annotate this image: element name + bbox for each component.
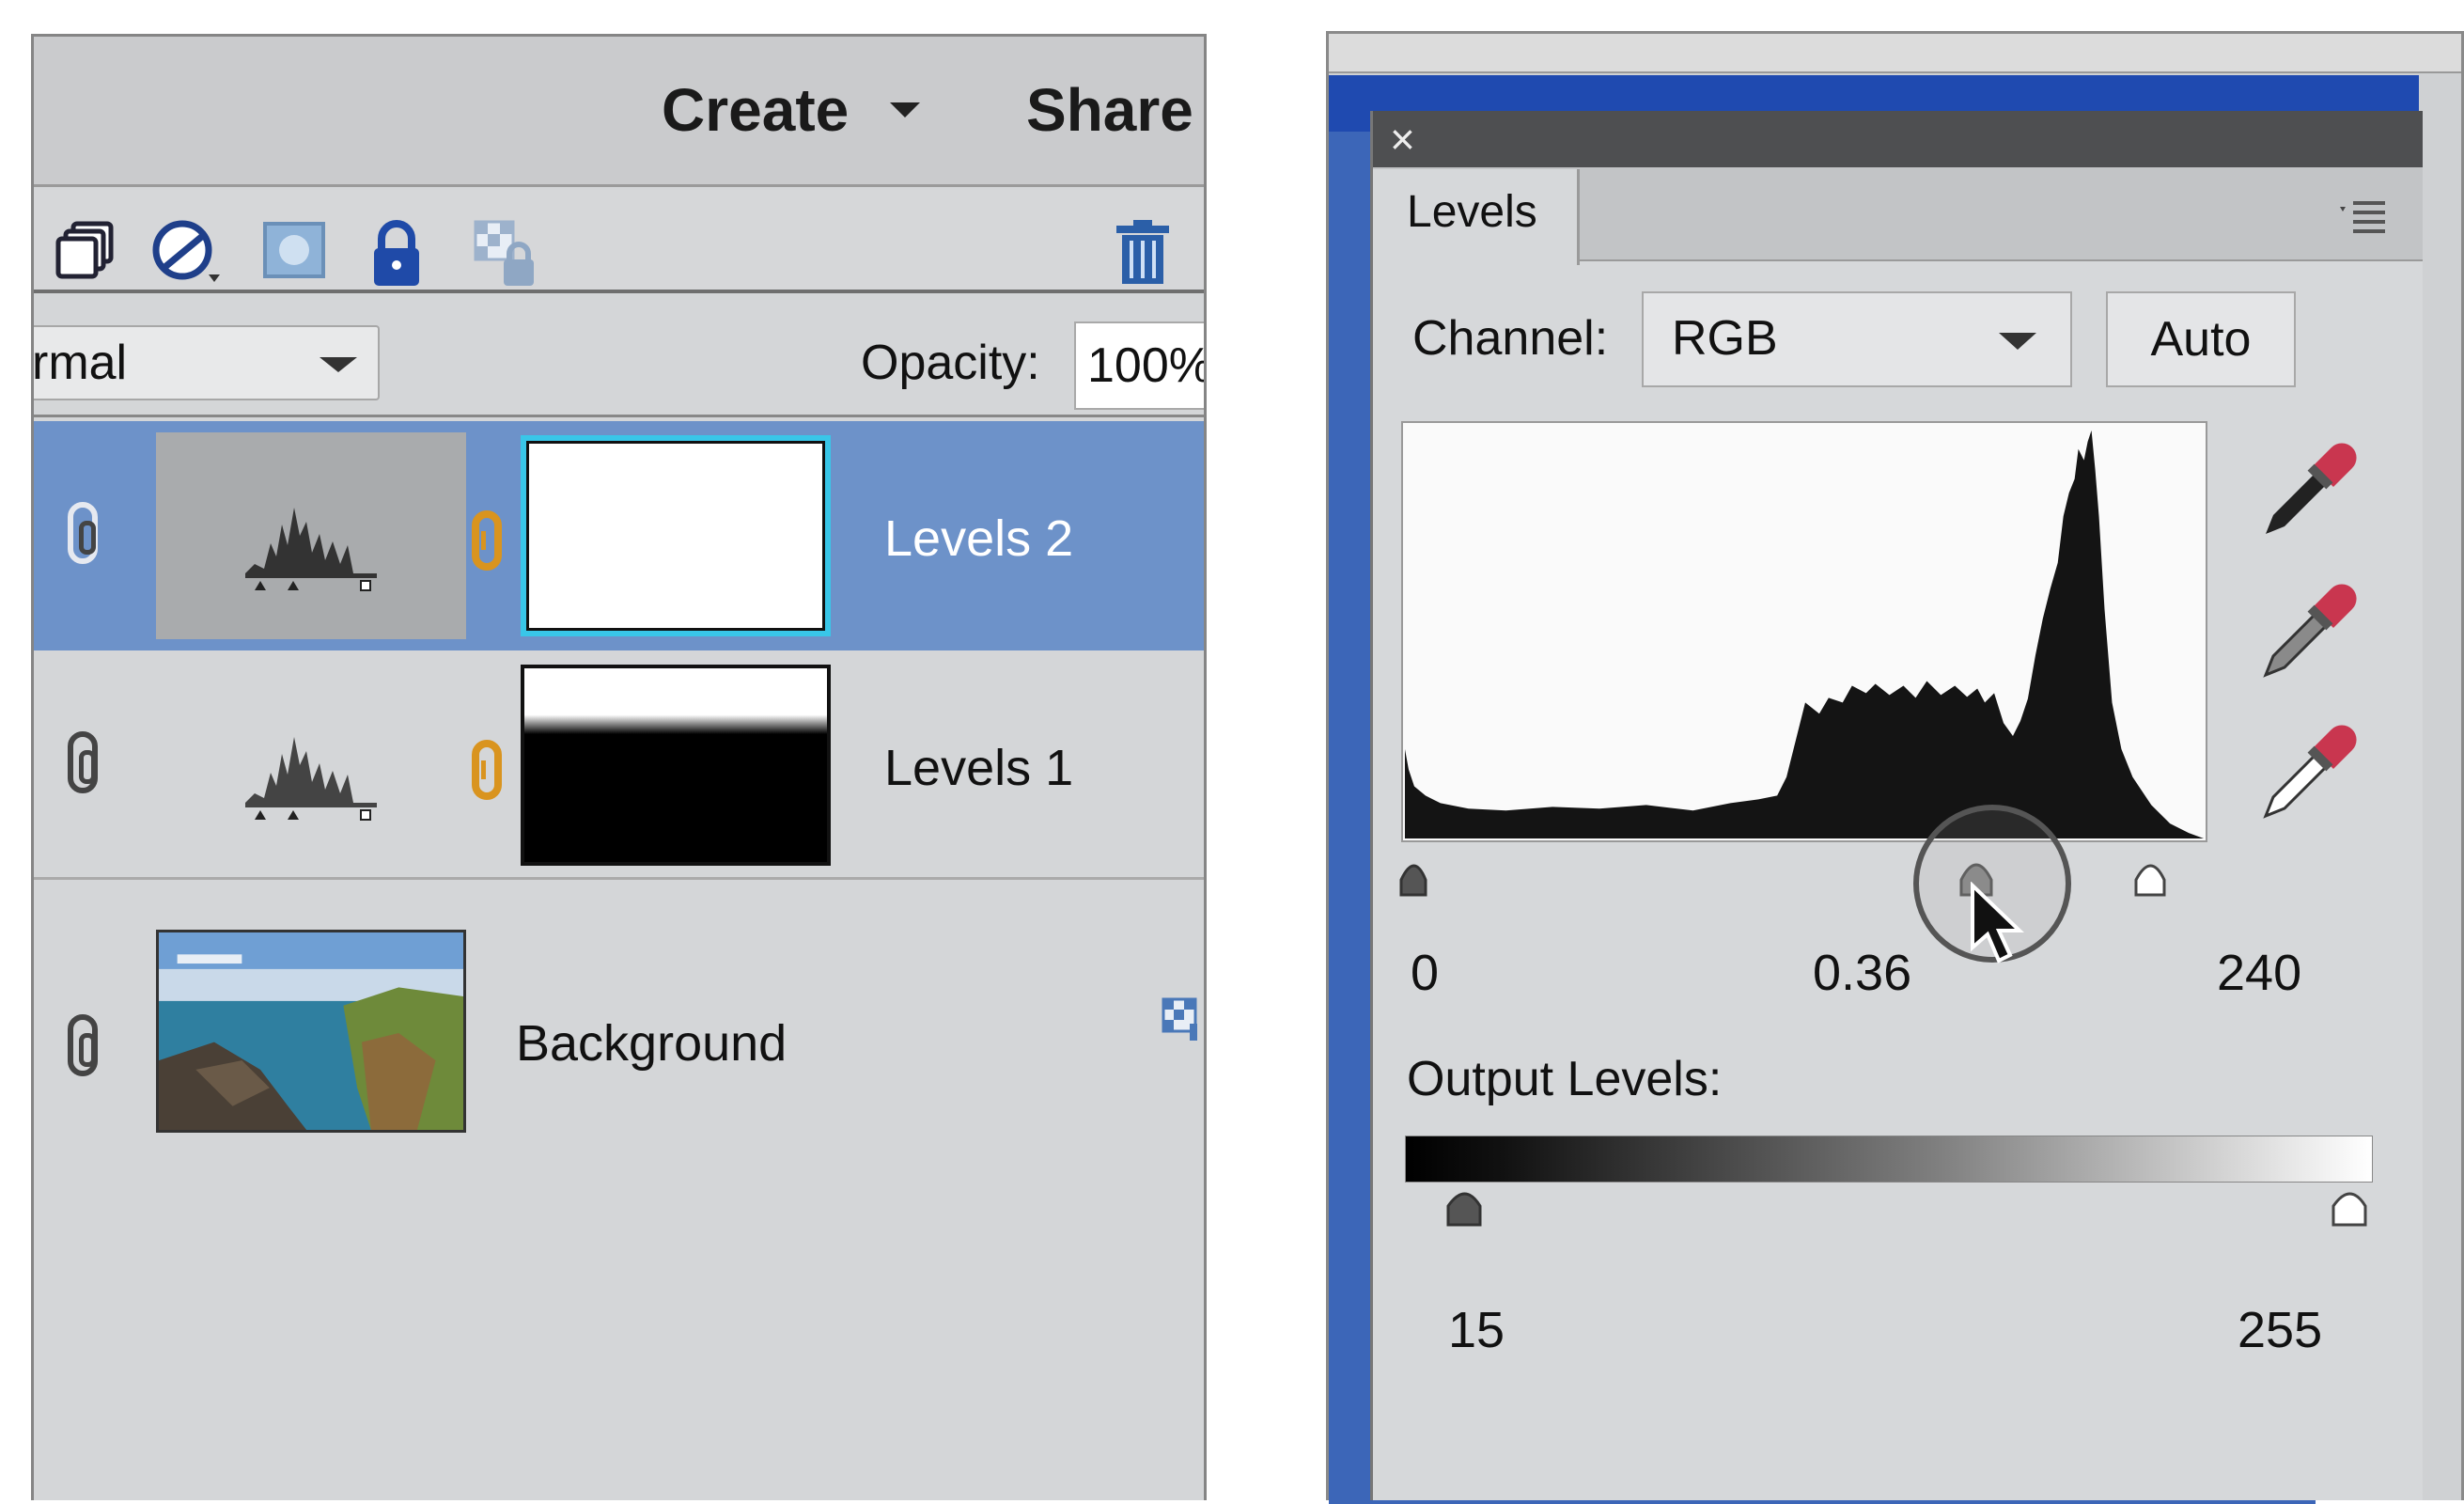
white-point-eyedropper-icon[interactable] <box>2256 722 2360 825</box>
layer-name: Levels 2 <box>884 510 1074 567</box>
blend-opacity-row: rmal Opacity: 100% <box>34 297 1204 417</box>
panel-menu-icon[interactable] <box>2338 196 2391 233</box>
link-icon[interactable] <box>68 1014 98 1076</box>
lock-transparency-icon[interactable] <box>472 218 543 290</box>
input-gamma-value[interactable]: 0.36 <box>1813 944 1911 1002</box>
panel-title-bar[interactable]: × <box>1373 111 2423 167</box>
create-menu[interactable]: Create <box>662 72 921 148</box>
layers-panel: Create Share rmal Opacity: 100% Levels 2… <box>31 34 1207 1500</box>
close-icon[interactable]: × <box>1390 117 1415 162</box>
black-point-eyedropper-icon[interactable] <box>2256 440 2360 543</box>
layer-row-levels-2[interactable]: Levels 2 <box>34 421 1204 650</box>
input-white-value[interactable]: 240 <box>2217 944 2301 1002</box>
window-top-bar <box>1329 34 2461 73</box>
layer-mask-thumbnail[interactable] <box>521 435 831 636</box>
top-menu-bar: Create Share <box>34 37 1204 187</box>
lock-all-icon[interactable] <box>368 218 425 290</box>
chain-link-icon[interactable] <box>472 510 502 571</box>
output-levels-gradient <box>1405 1136 2373 1183</box>
input-white-point-handle[interactable] <box>2134 864 2166 897</box>
gray-point-eyedropper-icon[interactable] <box>2256 581 2360 684</box>
tab-levels[interactable]: Levels <box>1373 169 1580 265</box>
output-levels-slider[interactable] <box>1373 1178 2407 1253</box>
histogram-icon <box>245 737 377 821</box>
link-icon[interactable] <box>68 731 98 793</box>
input-black-point-handle[interactable] <box>1399 864 1427 897</box>
channel-value: RGB <box>1672 311 1778 366</box>
channel-select[interactable]: RGB <box>1642 291 2072 387</box>
adjustment-layer-icon[interactable] <box>148 218 233 293</box>
blend-mode-value: rmal <box>32 336 128 390</box>
transparency-lock-badge-icon[interactable] <box>1162 995 1199 1042</box>
chain-link-icon[interactable] <box>472 740 502 800</box>
tab-bar: Levels <box>1373 167 2423 265</box>
share-menu[interactable]: Share <box>1026 72 1193 148</box>
chevron-down-icon <box>890 102 921 118</box>
chevron-down-icon <box>320 357 357 372</box>
mouse-cursor-icon <box>1971 882 2024 964</box>
opacity-label: Opacity: <box>861 336 1040 390</box>
output-black-handle[interactable] <box>1446 1192 1482 1227</box>
histogram-shape <box>1404 430 2205 839</box>
output-white-value[interactable]: 255 <box>2238 1301 2322 1359</box>
share-label: Share <box>1026 76 1193 144</box>
output-black-value[interactable]: 15 <box>1448 1301 1505 1359</box>
create-label: Create <box>662 76 850 144</box>
layer-name: Levels 1 <box>884 740 1074 796</box>
levels-panel: × Levels Channel: RGB Auto 0 0.36 240 Ou… <box>1370 111 2423 1500</box>
trash-icon[interactable] <box>1113 218 1173 286</box>
output-white-handle[interactable] <box>2331 1192 2367 1227</box>
output-levels-label: Output Levels: <box>1407 1052 1723 1106</box>
layer-name: Background <box>516 1015 788 1072</box>
chevron-down-icon <box>1999 333 2036 350</box>
layer-row-background[interactable]: Background <box>34 883 1204 1133</box>
link-icon[interactable] <box>68 502 98 564</box>
layers-toolbar <box>34 190 1204 293</box>
input-black-value[interactable]: 0 <box>1411 944 1439 1002</box>
histogram <box>1401 421 2207 842</box>
input-levels-slider[interactable] <box>1373 842 2219 927</box>
layer-mask-thumbnail[interactable] <box>521 665 831 866</box>
opacity-input[interactable]: 100% <box>1074 321 1204 410</box>
blend-mode-select[interactable]: rmal <box>32 325 380 400</box>
adjustment-thumbnail <box>156 662 466 869</box>
adjustment-thumbnail <box>156 432 466 639</box>
new-layer-icon[interactable] <box>53 218 118 284</box>
histogram-icon <box>245 508 377 591</box>
background-photo-thumbnail <box>156 930 466 1133</box>
layer-row-levels-1[interactable]: Levels 1 <box>34 650 1204 880</box>
mask-icon[interactable] <box>261 218 327 284</box>
auto-button[interactable]: Auto <box>2106 291 2296 387</box>
channel-label: Channel: <box>1412 311 1609 366</box>
